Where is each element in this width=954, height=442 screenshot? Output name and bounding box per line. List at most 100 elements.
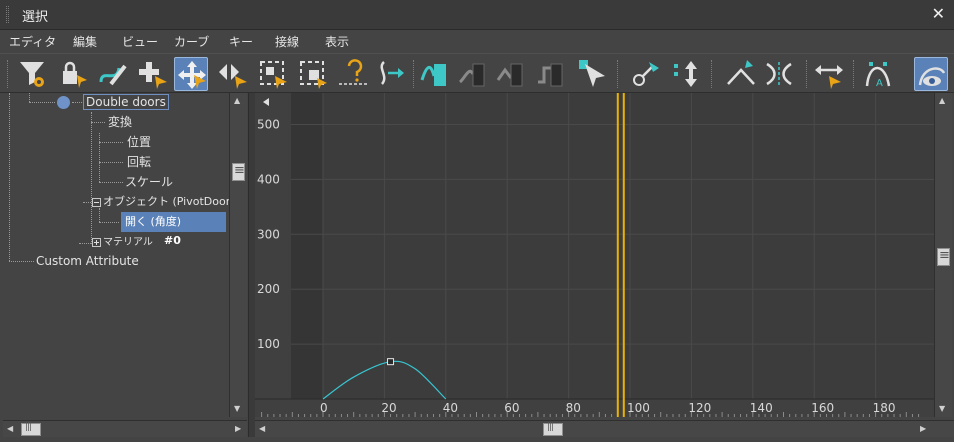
normalize-curves-button[interactable]: A [862, 57, 896, 91]
curve-graph[interactable]: 100 200 300 400 500 0 20 40 60 80 100 120 140 160 180 [255, 93, 934, 417]
scroll-down-icon[interactable]: ▼ [234, 404, 240, 413]
tree-item-rotation[interactable]: 回転 [127, 152, 151, 172]
x-tick-label: 160 [811, 401, 834, 415]
tree-item-double-doors[interactable]: Double doors [83, 93, 226, 112]
frame-horizontal-icon [815, 65, 843, 89]
y-tick-label: 500 [257, 118, 280, 132]
flat-tangent-button[interactable] [456, 57, 490, 91]
tree-vertical-scroll-thumb[interactable] [232, 163, 245, 181]
auto-tangent-button[interactable] [418, 57, 452, 91]
menu-keys[interactable]: キー [229, 33, 253, 50]
scroll-up-icon[interactable]: ▲ [939, 96, 945, 105]
set-key-button[interactable] [628, 57, 662, 91]
scale-values-button[interactable] [296, 57, 330, 91]
key-marker [387, 358, 395, 366]
show-tangents-button[interactable] [914, 57, 948, 91]
x-tick-label: 60 [504, 401, 519, 415]
parameter-out-of-range-button[interactable] [374, 57, 408, 91]
menu-editor[interactable]: エディタ [9, 33, 56, 50]
linear-tangent-button[interactable] [494, 57, 528, 91]
select-cursor-icon [579, 60, 605, 87]
normalize-icon: A [865, 62, 891, 89]
step-tangent-button[interactable] [534, 57, 568, 91]
menu-curves[interactable]: カーブ [174, 33, 209, 50]
curve-linear-icon [496, 63, 523, 87]
key-question-icon [339, 59, 367, 85]
tangent-break-icon [727, 60, 755, 85]
edit-curve-icon [99, 64, 127, 86]
expand-icon[interactable] [92, 237, 101, 247]
x-tick-label: 0 [320, 401, 328, 415]
scale-values-icon [300, 61, 327, 89]
x-tick-label: 40 [443, 401, 458, 415]
scroll-down-icon[interactable]: ▼ [939, 404, 945, 413]
scale-keys-button[interactable] [256, 57, 290, 91]
graph-vertical-scroll-thumb[interactable] [937, 248, 950, 266]
set-key-icon [633, 62, 659, 86]
x-tick-label: 140 [750, 401, 773, 415]
scroll-left-icon[interactable]: ◀ [259, 424, 265, 433]
x-tick-label: 20 [381, 401, 396, 415]
toolbar-grip [7, 60, 8, 88]
toolbar-divider [413, 60, 414, 88]
tree-item-transform[interactable]: 変換 [108, 112, 132, 132]
add-keys-button[interactable] [136, 57, 170, 91]
window-title: 選択 [22, 10, 49, 25]
collapse-icon[interactable] [92, 197, 101, 207]
close-button[interactable]: ✕ [932, 4, 945, 23]
curve-step-icon [538, 63, 563, 87]
lock-selection-button[interactable] [56, 57, 90, 91]
move-keys-button[interactable] [174, 57, 208, 91]
key-unknown-button[interactable] [336, 57, 370, 91]
svg-text:A: A [876, 78, 883, 89]
tree-horizontal-scroll-thumb[interactable] [21, 422, 41, 436]
draw-curves-button[interactable] [96, 57, 130, 91]
graph-vertical-scrollbar[interactable]: ▲ ▼ [934, 93, 952, 417]
y-tick-label: 100 [257, 337, 280, 351]
toolbar-divider [617, 60, 618, 88]
tangent-unify-icon [766, 62, 792, 86]
tree-item-custom-attribute[interactable]: Custom Attribute [36, 251, 139, 271]
tree-item-material[interactable]: マテリアル [92, 233, 153, 253]
menu-edit[interactable]: 編集 [73, 33, 97, 50]
toolbar-divider [711, 60, 712, 88]
title-bar: 選択 ✕ [0, 0, 954, 29]
graph-horizontal-scroll-thumb[interactable] [543, 422, 563, 436]
menu-tangents[interactable]: 接線 [275, 33, 299, 50]
material-id-label: #0 [164, 234, 181, 247]
scroll-right-icon[interactable]: ▶ [920, 424, 926, 433]
unify-tangents-button[interactable] [762, 57, 796, 91]
scale-keys-icon [260, 61, 287, 89]
scroll-up-icon[interactable]: ▲ [234, 96, 240, 105]
drag-grip[interactable] [6, 6, 9, 23]
tree-horizontal-scrollbar[interactable]: ◀ ▶ [3, 420, 247, 437]
scroll-left-icon[interactable]: ◀ [7, 424, 13, 433]
tree-item-object-pivotdoor[interactable]: オブジェクト (PivotDoor) [92, 192, 229, 212]
panel-splitter[interactable] [248, 93, 255, 437]
slide-keys-icon [219, 64, 247, 89]
tree-item-open-angle[interactable]: 開く (角度) [121, 212, 226, 232]
show-tangents-icon [918, 67, 946, 86]
filter-button[interactable] [16, 57, 50, 91]
tree-item-position[interactable]: 位置 [127, 132, 151, 152]
menu-show[interactable]: 表示 [325, 33, 349, 50]
menu-view[interactable]: ビュー [122, 33, 158, 50]
curve-auto-icon [420, 64, 446, 86]
frame-horizontal-button[interactable] [812, 57, 846, 91]
curve-flat-icon [458, 63, 485, 87]
tree-vertical-scrollbar[interactable]: ▲ ▼ [229, 93, 247, 417]
y-tick-label: 300 [257, 227, 280, 241]
tree-item-scale[interactable]: スケール [125, 172, 173, 192]
graph-horizontal-scrollbar[interactable]: ◀ ▶ [255, 420, 954, 437]
toolbar-divider [853, 60, 854, 88]
move-vertical-icon [674, 61, 697, 87]
slide-keys-button[interactable] [216, 57, 250, 91]
toolbar-divider [806, 60, 807, 88]
move-vertical-button[interactable] [668, 57, 702, 91]
curve-plot[interactable]: 100 200 300 400 500 0 20 40 60 80 100 120 140 160 180 [255, 93, 934, 417]
select-button[interactable] [576, 57, 610, 91]
scroll-right-icon[interactable]: ▶ [235, 424, 241, 433]
menu-bar: エディタ 編集 ビュー カーブ キー 接線 表示 [0, 29, 954, 53]
break-tangents-button[interactable] [724, 57, 758, 91]
y-tick-label: 400 [257, 172, 280, 186]
